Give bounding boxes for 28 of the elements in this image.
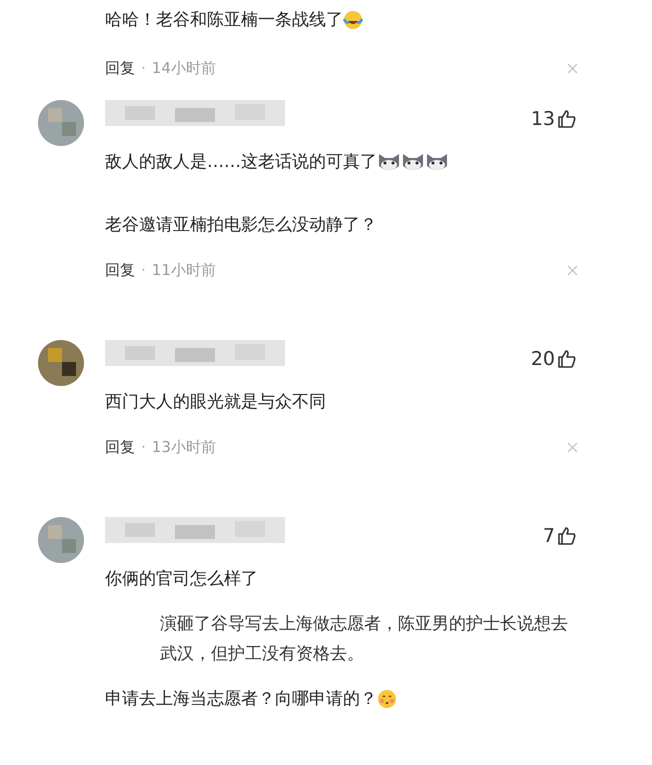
blushing-emoji-icon — [377, 689, 397, 709]
timestamp: 11小时前 — [152, 260, 216, 281]
quoted-reply: 演砸了谷导写去上海做志愿者，陈亚男的护士长说想去武汉，但护工没有资格去。 — [160, 613, 569, 666]
separator-dot: · — [141, 260, 146, 281]
comment-text: 哈哈！老谷和陈亚楠一条战线了 — [105, 9, 343, 32]
reply-link[interactable]: 回复 — [105, 258, 135, 282]
reply-link[interactable]: 回复 — [105, 436, 135, 458]
like-count: 13 — [530, 107, 555, 132]
comment-text: 你俩的官司怎么样了 — [105, 568, 258, 591]
comment-text: 申请去上海当志愿者？向哪申请的？ — [105, 688, 377, 711]
thumbs-up-icon[interactable] — [557, 349, 577, 370]
separator-dot: · — [141, 436, 146, 458]
avatar[interactable] — [38, 340, 84, 386]
timestamp: 13小时前 — [152, 436, 216, 458]
cat-face-emoji-icon — [401, 152, 425, 172]
like-count: 7 — [542, 524, 555, 549]
like-count: 20 — [530, 347, 555, 372]
cat-face-emoji-icon — [425, 152, 449, 172]
thumbs-up-icon[interactable] — [557, 526, 577, 546]
comment-text: 敌人的敌人是……这老话说的可真了 — [105, 151, 377, 174]
reply-link[interactable]: 回复 — [105, 56, 135, 80]
cat-face-emoji-icon — [377, 152, 401, 172]
comment-text: 老谷邀请亚楠拍电影怎么没动静了？ — [105, 214, 377, 237]
separator-dot: · — [141, 58, 146, 79]
laughing-crying-emoji-icon — [343, 10, 363, 30]
comment-text: 西门大人的眼光就是与众不同 — [105, 391, 326, 414]
timestamp: 14小时前 — [152, 58, 216, 79]
thumbs-up-icon[interactable] — [557, 109, 577, 130]
